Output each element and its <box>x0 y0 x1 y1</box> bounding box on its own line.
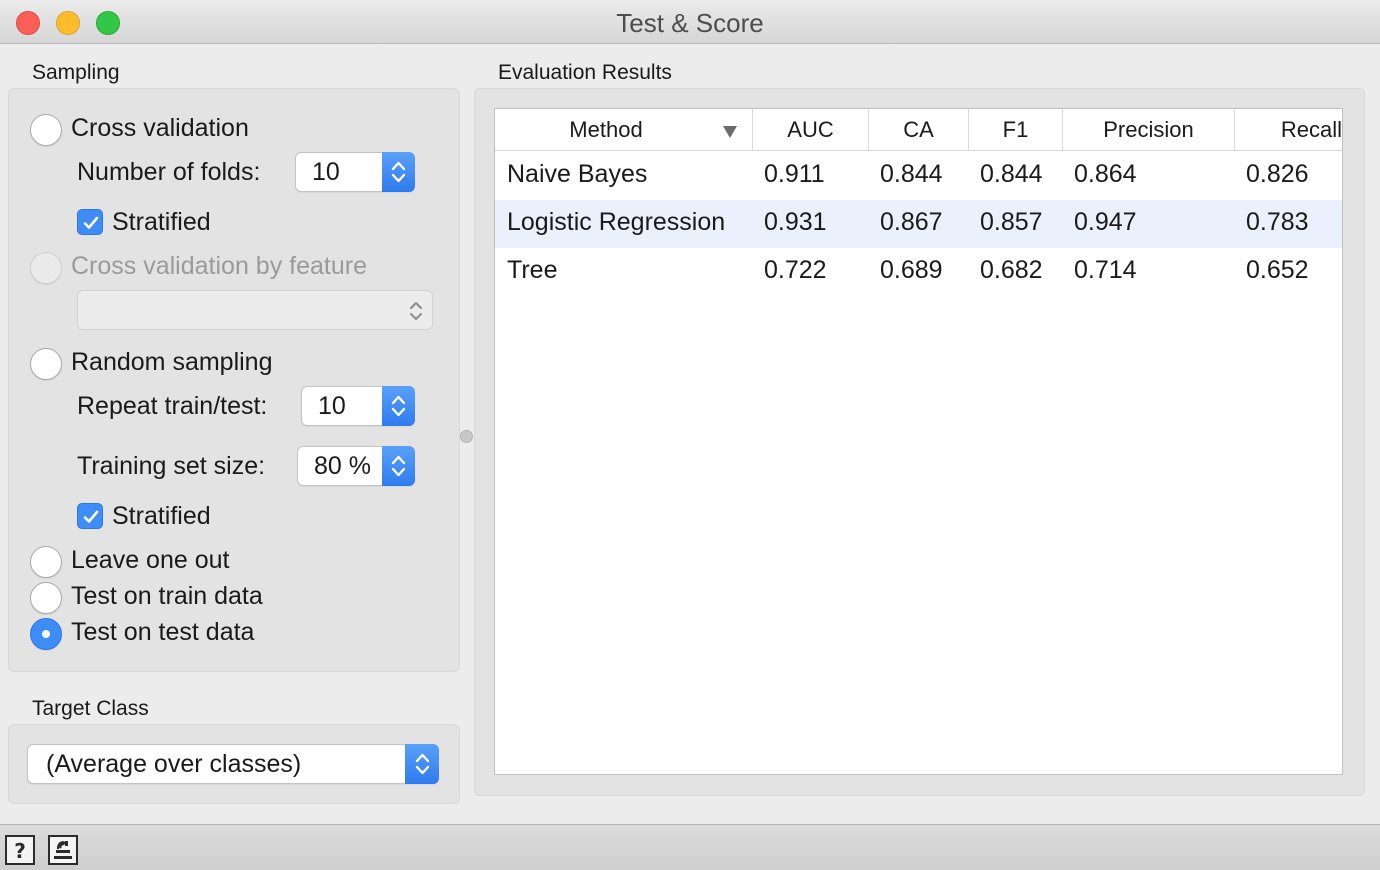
sort-descending-icon <box>723 126 737 138</box>
evaluation-results-label: Evaluation Results <box>498 61 672 84</box>
target-class-label: Target Class <box>32 697 149 720</box>
test-on-test-label[interactable]: Test on test data <box>71 618 254 647</box>
report-icon <box>54 841 72 859</box>
cell-ca: 0.689 <box>880 256 943 284</box>
cell-ca: 0.867 <box>880 208 943 236</box>
stratified-rs-checkbox[interactable] <box>77 503 103 529</box>
number-of-folds-value[interactable]: 10 <box>312 158 340 187</box>
cell-method: Logistic Regression <box>507 208 726 236</box>
train-size-stepper-arrows-icon[interactable] <box>382 446 415 486</box>
cell-f1: 0.844 <box>980 160 1043 188</box>
leave-one-out-label[interactable]: Leave one out <box>71 546 229 575</box>
cell-ca: 0.844 <box>880 160 943 188</box>
cell-recall: 0.652 <box>1246 256 1309 284</box>
random-sampling-label[interactable]: Random sampling <box>71 348 273 377</box>
number-of-folds-spinbox[interactable]: 10 <box>295 152 415 192</box>
status-bar: ? <box>0 824 1380 870</box>
cell-recall: 0.826 <box>1246 160 1309 188</box>
window-title: Test & Score <box>616 8 764 38</box>
sampling-label: Sampling <box>32 61 120 84</box>
cell-method: Naive Bayes <box>507 160 648 188</box>
cell-precision: 0.864 <box>1074 160 1137 188</box>
table-row[interactable]: Naive Bayes 0.911 0.844 0.844 0.864 0.82… <box>495 152 1342 200</box>
repeat-train-test-value[interactable]: 10 <box>318 392 346 421</box>
help-icon: ? <box>14 839 26 863</box>
table-row[interactable]: Tree 0.722 0.689 0.682 0.714 0.652 <box>495 248 1342 296</box>
cell-recall: 0.783 <box>1246 208 1309 236</box>
chevron-updown-icon <box>410 302 422 320</box>
stratified-rs-label[interactable]: Stratified <box>112 502 211 531</box>
target-class-arrows-icon[interactable] <box>405 744 439 784</box>
cell-precision: 0.947 <box>1074 208 1137 236</box>
cv-by-feature-label: Cross validation by feature <box>71 252 367 280</box>
training-set-size-label: Training set size: <box>77 452 266 480</box>
folds-stepper-arrows-icon[interactable] <box>382 152 415 192</box>
target-class-value[interactable]: (Average over classes) <box>46 750 301 779</box>
cell-method: Tree <box>507 256 558 284</box>
random-sampling-radio[interactable] <box>30 348 62 380</box>
training-set-size-value[interactable]: 80 % <box>314 452 371 481</box>
cell-f1: 0.857 <box>980 208 1043 236</box>
checkmark-icon <box>83 510 99 523</box>
column-header-f1[interactable]: F1 <box>969 109 1063 151</box>
cell-auc: 0.931 <box>764 208 827 236</box>
results-table[interactable]: Method AUC CA F1 Precision Recall Naive … <box>494 108 1343 775</box>
repeat-train-test-spinbox[interactable]: 10 <box>301 386 415 426</box>
column-header-label: Recall <box>1280 117 1342 142</box>
target-class-combobox[interactable]: (Average over classes) <box>27 744 439 784</box>
cell-auc: 0.722 <box>764 256 827 284</box>
column-header-auc[interactable]: AUC <box>753 109 869 151</box>
cross-validation-label[interactable]: Cross validation <box>71 114 249 143</box>
test-on-train-label[interactable]: Test on train data <box>71 582 263 611</box>
splitter-handle[interactable] <box>460 430 473 443</box>
svg-text:?: ? <box>14 839 26 863</box>
repeat-stepper-arrows-icon[interactable] <box>382 386 415 426</box>
title-bar: Test & Score <box>0 0 1380 44</box>
column-header-precision[interactable]: Precision <box>1063 109 1235 151</box>
checkmark-icon <box>83 216 99 229</box>
help-button[interactable]: ? <box>5 835 35 865</box>
cross-validation-radio[interactable] <box>30 114 62 146</box>
cv-feature-combobox <box>77 290 433 330</box>
number-of-folds-label: Number of folds: <box>77 158 261 186</box>
column-header-label: Method <box>569 117 643 142</box>
cell-precision: 0.714 <box>1074 256 1137 284</box>
cell-f1: 0.682 <box>980 256 1043 284</box>
cv-by-feature-radio <box>30 252 62 284</box>
training-set-size-spinbox[interactable]: 80 % <box>297 446 415 486</box>
report-button[interactable] <box>48 835 78 865</box>
stratified-cv-label[interactable]: Stratified <box>112 208 211 237</box>
leave-one-out-radio[interactable] <box>30 546 62 578</box>
column-header-method[interactable]: Method <box>495 109 753 151</box>
cell-auc: 0.911 <box>764 160 825 188</box>
repeat-train-test-label: Repeat train/test: <box>77 392 268 420</box>
test-on-test-radio[interactable] <box>30 618 62 650</box>
table-row[interactable]: Logistic Regression 0.931 0.867 0.857 0.… <box>495 200 1342 248</box>
test-on-train-radio[interactable] <box>30 582 62 614</box>
column-header-ca[interactable]: CA <box>869 109 969 151</box>
stratified-cv-checkbox[interactable] <box>77 209 103 235</box>
column-header-recall[interactable]: Recall <box>1235 109 1342 151</box>
table-header: Method AUC CA F1 Precision Recall <box>495 109 1342 151</box>
